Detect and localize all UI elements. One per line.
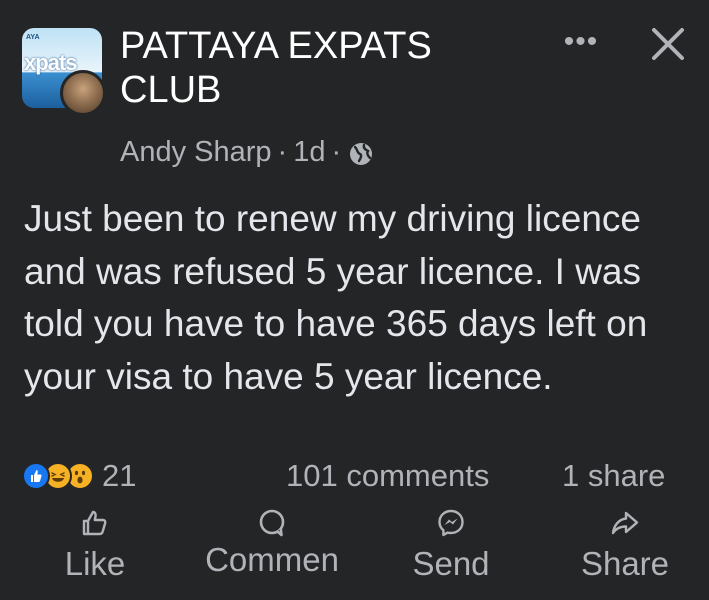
avatar-logo-small-text: AYA	[26, 34, 40, 41]
like-button[interactable]: Like	[20, 508, 170, 592]
more-options-icon[interactable]: •••	[556, 22, 606, 62]
post-meta: Andy Sharp · 1d ·	[120, 136, 373, 169]
comment-icon	[257, 508, 287, 538]
like-reaction-icon	[22, 462, 50, 490]
share-button[interactable]: Share	[550, 508, 700, 592]
meta-separator: ·	[331, 136, 342, 168]
group-name[interactable]: PATTAYA EXPATS CLUB	[120, 24, 540, 112]
messenger-icon	[436, 508, 466, 538]
reactions-summary[interactable]: 21	[22, 456, 136, 496]
post-time[interactable]: 1d	[293, 136, 325, 169]
like-button-label: Like	[64, 545, 126, 582]
reaction-count: 21	[102, 458, 137, 493]
comments-count[interactable]: 101 comments	[286, 456, 489, 496]
shares-count[interactable]: 1 share	[562, 456, 665, 496]
close-icon[interactable]	[642, 20, 694, 68]
share-button-label: Share	[580, 545, 670, 582]
globe-icon	[349, 141, 373, 165]
meta-separator: ·	[277, 136, 288, 168]
author-name[interactable]: Andy Sharp	[120, 136, 272, 169]
send-button-label: Send	[412, 545, 490, 582]
thumbs-up-icon	[80, 508, 110, 538]
avatar-logo-text: xpats	[24, 50, 77, 75]
comment-button-label: Commen	[205, 541, 339, 578]
author-avatar[interactable]	[60, 70, 106, 116]
share-arrow-icon	[610, 508, 640, 538]
comment-button[interactable]: Commen	[192, 508, 352, 592]
send-button[interactable]: Send	[376, 508, 526, 592]
post-text: Just been to renew my driving licence an…	[24, 198, 648, 397]
